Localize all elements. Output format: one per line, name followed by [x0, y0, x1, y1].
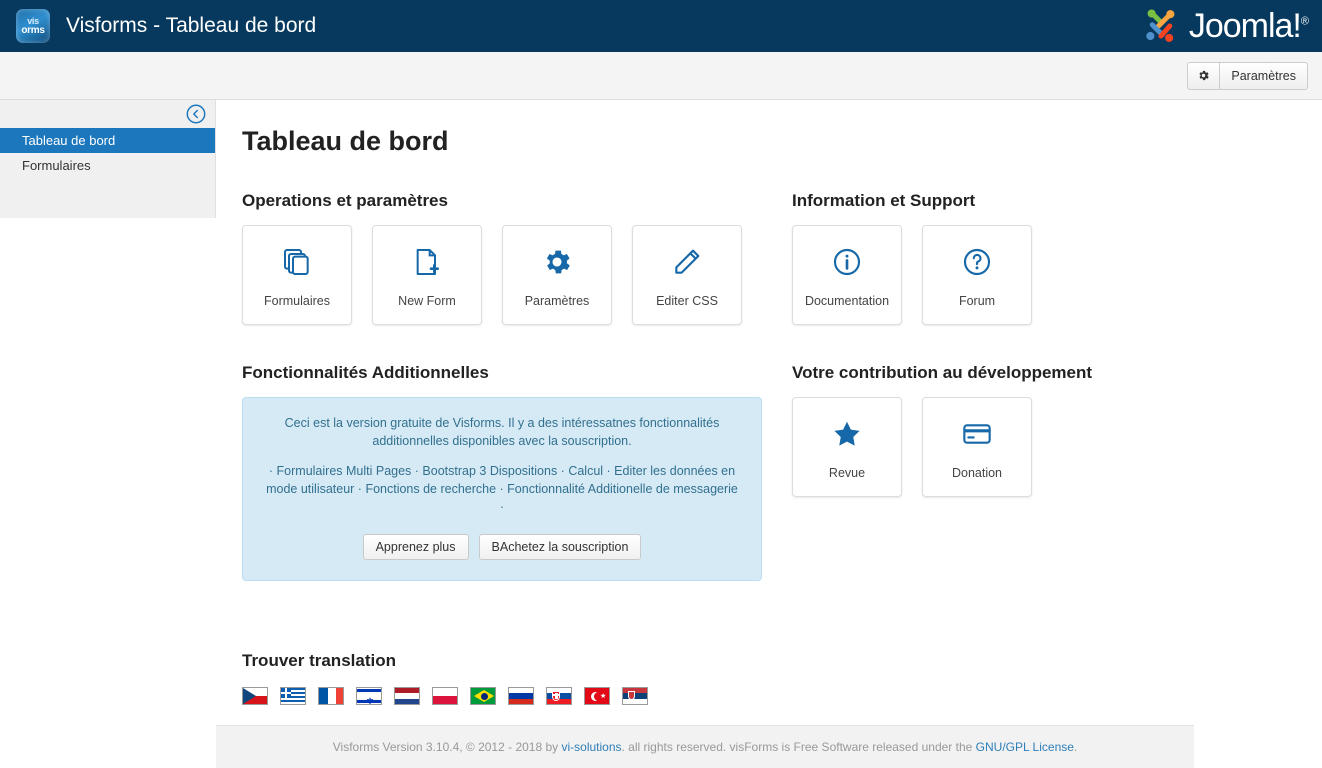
- page-footer: Visforms Version 3.10.4, © 2012 - 2018 b…: [216, 725, 1194, 768]
- israeli-flag[interactable]: [356, 687, 382, 705]
- translation-section: Trouver translation ★: [242, 651, 1322, 705]
- info-circle-icon: [831, 242, 863, 282]
- card-documentation-label: Documentation: [804, 294, 890, 308]
- sidebar-item-dashboard[interactable]: Tableau de bord: [0, 128, 215, 153]
- promo-features-text: · Formulaires Multi Pages · Bootstrap 3 …: [266, 464, 738, 514]
- subscription-promo-box: Ceci est la version gratuite de Visforms…: [242, 397, 762, 581]
- additional-section-title: Fonctionnalités Additionnelles: [242, 363, 489, 382]
- dutch-flag[interactable]: [394, 687, 420, 705]
- buy-subscription-button[interactable]: BAchetez la souscription: [478, 534, 642, 560]
- card-new-form[interactable]: New Form: [372, 225, 482, 325]
- gear-icon: [541, 242, 573, 282]
- question-circle-icon: [961, 242, 993, 282]
- slovak-flag[interactable]: [546, 687, 572, 705]
- sidebar-collapse-row: [0, 100, 215, 128]
- app-title: Visforms - Tableau de bord: [66, 14, 317, 37]
- russian-flag[interactable]: [508, 687, 534, 705]
- visforms-logo: vis orms: [16, 9, 50, 43]
- settings-button-label: Paramètres: [1231, 68, 1296, 83]
- card-new-form-label: New Form: [398, 294, 456, 308]
- card-donation-label: Donation: [951, 466, 1003, 480]
- card-formulaires[interactable]: Formulaires: [242, 225, 352, 325]
- joomla-wordmark-text: Joomla!: [1188, 6, 1302, 45]
- operations-card-row: Formulaires New Form Paramètres Editer C…: [242, 225, 792, 325]
- greek-flag[interactable]: [280, 687, 306, 705]
- footer-text-before: Visforms Version 3.10.4, © 2012 - 2018 b…: [332, 740, 562, 754]
- star-icon: [831, 414, 863, 454]
- joomla-logo-icon: [1146, 9, 1175, 42]
- serbian-flag[interactable]: [622, 687, 648, 705]
- footer-text-middle: . all rights reserved. visForms is Free …: [621, 740, 976, 754]
- copy-stack-icon: [281, 242, 313, 282]
- pencil-icon: [671, 242, 703, 282]
- page-title: Tableau de bord: [242, 126, 449, 156]
- card-documentation[interactable]: Documentation: [792, 225, 902, 325]
- polish-flag[interactable]: [432, 687, 458, 705]
- vendor-link[interactable]: vi-solutions: [561, 740, 621, 754]
- gear-icon: [1199, 70, 1210, 81]
- card-forum-label: Forum: [958, 294, 996, 308]
- card-editer-css-label: Editer CSS: [656, 294, 718, 308]
- toolbar-button-group: Paramètres: [1187, 61, 1308, 90]
- learn-more-button[interactable]: Apprenez plus: [362, 534, 469, 560]
- card-forum[interactable]: Forum: [922, 225, 1032, 325]
- turkish-flag[interactable]: ★: [584, 687, 610, 705]
- settings-button[interactable]: Paramètres: [1220, 61, 1308, 90]
- card-revue-label: Revue: [828, 466, 866, 480]
- promo-buttons: Apprenez plus BAchetez la souscription: [265, 534, 739, 560]
- flag-list: ★: [242, 687, 1322, 705]
- card-editer-css[interactable]: Editer CSS: [632, 225, 742, 325]
- french-flag[interactable]: [318, 687, 344, 705]
- license-link[interactable]: GNU/GPL License: [976, 740, 1074, 754]
- left-column: Operations et paramètres Formulaires New…: [242, 191, 792, 581]
- card-parametres[interactable]: Paramètres: [502, 225, 612, 325]
- app-header: vis orms Visforms - Tableau de bord Joom…: [0, 0, 1322, 52]
- translation-section-title: Trouver translation: [242, 651, 396, 670]
- joomla-wordmark: Joomla!®: [1188, 6, 1309, 46]
- support-section-title: Information et Support: [792, 191, 976, 210]
- page-body: Tableau de bord Formulaires Tableau de b…: [0, 100, 1322, 768]
- card-revue[interactable]: Revue: [792, 397, 902, 497]
- czech-flag[interactable]: [242, 687, 268, 705]
- contribution-card-row: Revue Donation: [792, 397, 1122, 497]
- card-formulaires-label: Formulaires: [264, 294, 330, 308]
- contribution-section-title: Votre contribution au développement: [792, 363, 1093, 382]
- file-plus-icon: [411, 242, 443, 282]
- dashboard-columns: Operations et paramètres Formulaires New…: [242, 191, 1322, 581]
- card-parametres-label: Paramètres: [524, 294, 590, 308]
- support-card-row: Documentation Forum: [792, 225, 1122, 325]
- credit-card-icon: [961, 414, 993, 454]
- toolbar: Paramètres: [0, 52, 1322, 100]
- main-content: Tableau de bord Operations et paramètres: [216, 100, 1322, 768]
- promo-intro-text: Ceci est la version gratuite de Visforms…: [284, 416, 720, 448]
- sidebar-item-forms-label: Formulaires: [22, 158, 91, 173]
- arrow-circle-left-icon[interactable]: [185, 103, 207, 125]
- operations-section-title: Operations et paramètres: [242, 191, 448, 210]
- footer-text-after: .: [1073, 740, 1078, 754]
- joomla-brand: Joomla!®: [1139, 6, 1309, 46]
- card-donation[interactable]: Donation: [922, 397, 1032, 497]
- joomla-registered-mark: ®: [1300, 15, 1309, 28]
- sidebar-item-dashboard-label: Tableau de bord: [22, 133, 116, 148]
- sidebar: Tableau de bord Formulaires: [0, 100, 216, 218]
- visforms-logo-line2: orms: [21, 25, 45, 36]
- sidebar-item-forms[interactable]: Formulaires: [0, 153, 215, 178]
- brazilian-flag[interactable]: [470, 687, 496, 705]
- settings-gear-button[interactable]: [1187, 61, 1221, 90]
- right-column: Information et Support Documentation For…: [792, 191, 1122, 581]
